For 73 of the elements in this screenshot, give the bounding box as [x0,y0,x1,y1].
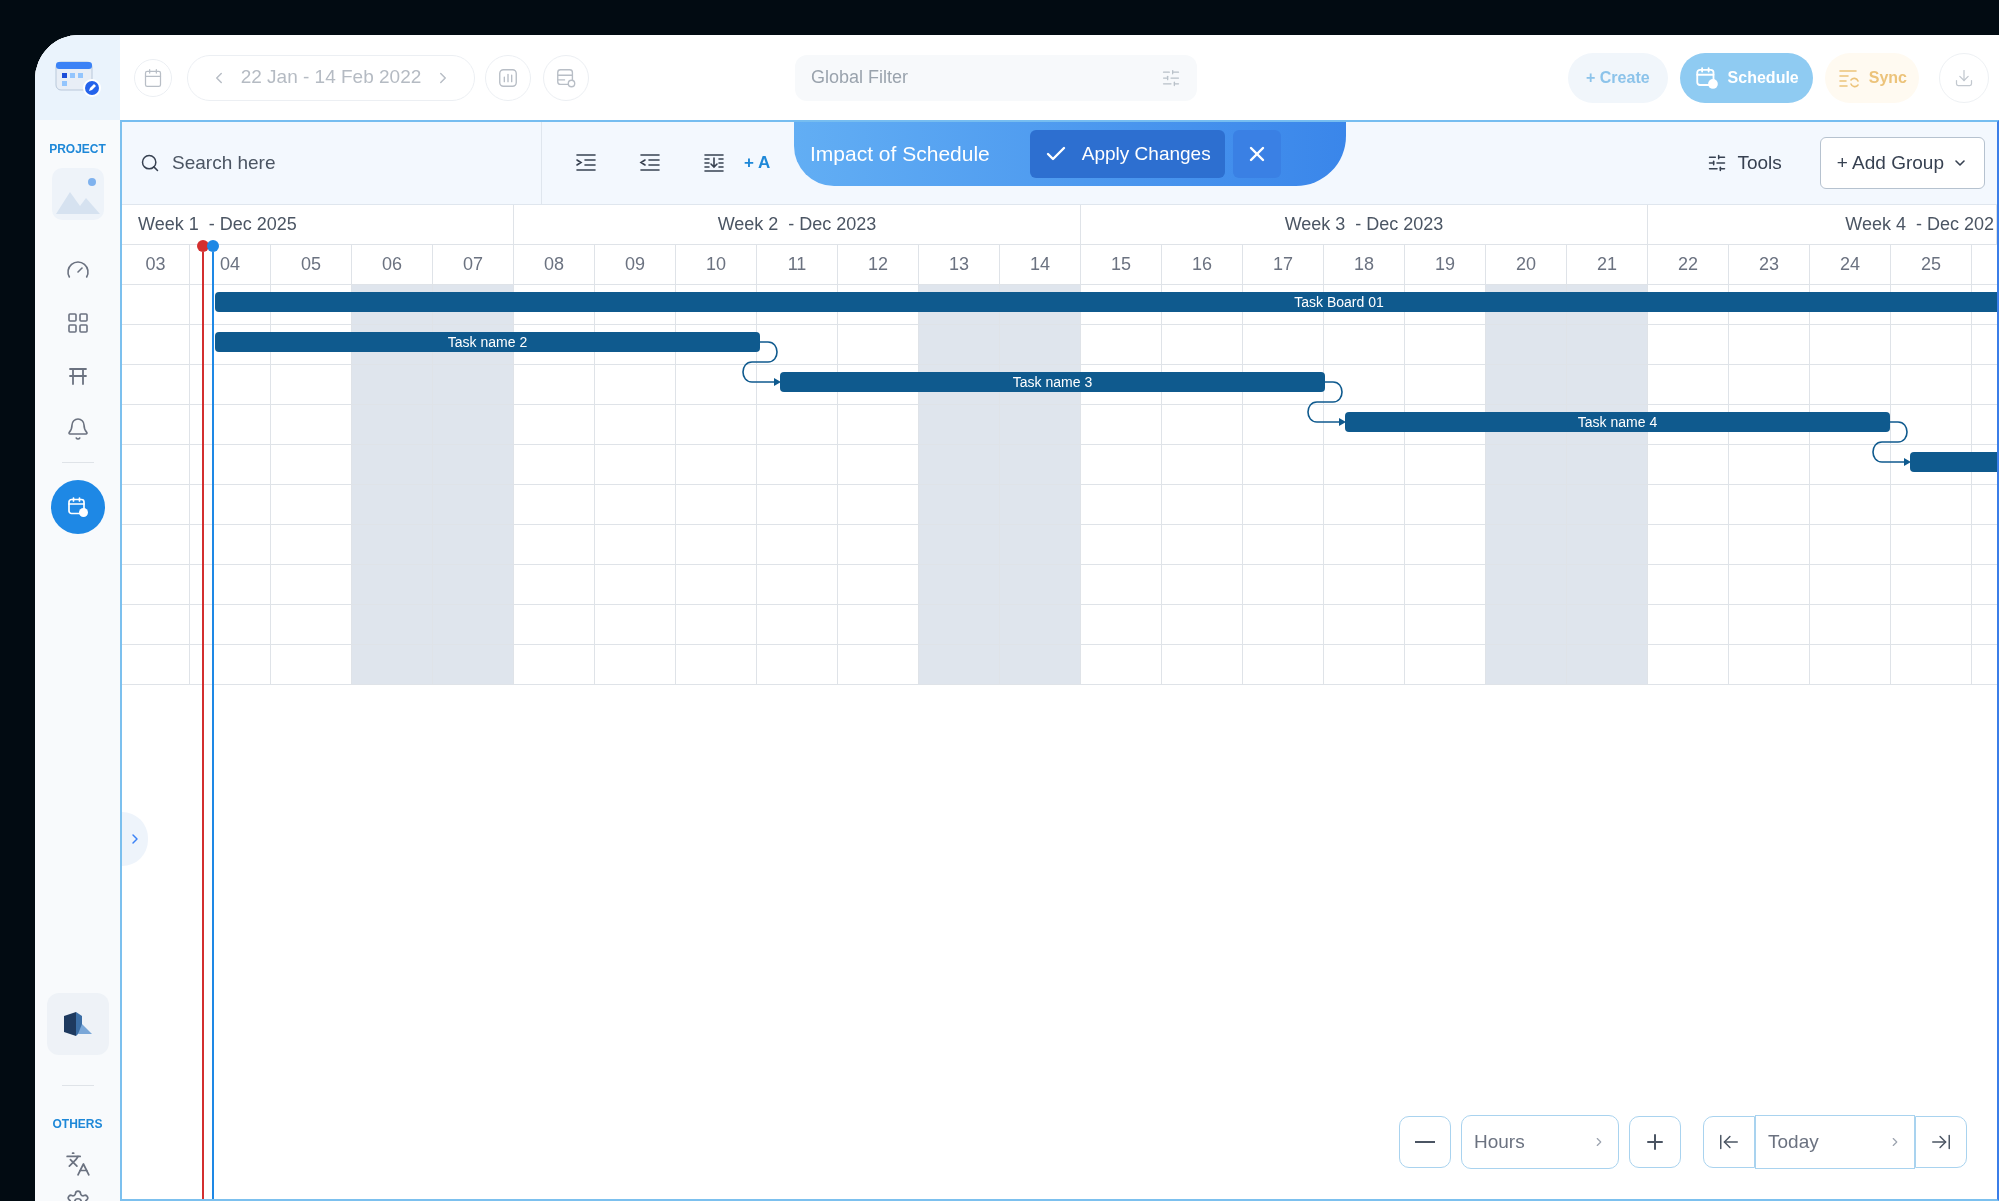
section-label: OTHERS [52,1116,103,1133]
search-box[interactable]: Search here [122,122,542,204]
sidebar-nav-button[interactable] [50,480,105,534]
banner-title: Impact of Schedule [810,141,990,168]
collapse-rows-icon[interactable] [702,151,726,175]
day-label: 05 [301,253,321,276]
tools-button[interactable]: Tools [1707,148,1782,178]
day-label: 17 [1273,253,1293,276]
bell-icon [65,417,90,441]
day-label: 07 [463,253,483,276]
workspace-button[interactable] [46,993,109,1055]
day-label: 16 [1192,253,1212,276]
select-value: Hours [1474,1129,1525,1154]
task-bar[interactable]: Task name 2 [215,332,760,352]
add-link[interactable]: + A [744,150,771,176]
calendar-play-icon [65,495,90,519]
day-label: 12 [868,253,888,276]
day-label: 23 [1759,253,1779,276]
calendar-icon [143,67,163,88]
day-label: 19 [1435,253,1455,276]
week-label: Week 3 - Dec 2023 [1284,213,1444,236]
day-label: 10 [706,253,726,276]
week-label: Week 1 - Dec 2025 [138,213,297,236]
group-bar[interactable]: Task Board 01 [215,292,1997,312]
day-label: 04 [220,253,240,276]
jump-end-button[interactable] [1915,1116,1967,1168]
table-gear-icon [555,66,577,89]
download-icon [1954,67,1974,88]
day-label: 08 [544,253,564,276]
week-label: Week 4 - Dec 202 [1845,213,1994,236]
calendar-play-icon [1693,64,1720,91]
bar-chart-icon [497,66,519,89]
day-label: 06 [382,253,402,276]
grid-icon [65,311,90,335]
jump-start-button[interactable] [1703,1116,1755,1168]
close-button[interactable] [1232,130,1281,178]
language-button[interactable] [64,1151,91,1177]
select-value: Today [1768,1129,1819,1154]
day-label: 25 [1921,253,1941,276]
day-label: 03 [145,253,166,276]
day-label: 14 [1030,253,1050,276]
bar-label: Task Board 01 [1294,292,1384,312]
day-label: 21 [1597,253,1617,276]
time-unit-select[interactable]: Hours [1461,1115,1619,1169]
day-label: 24 [1840,253,1860,276]
global-filter-field[interactable]: Global Filter [811,64,1161,91]
search-field[interactable]: Search here [172,148,523,178]
search-icon [140,153,160,173]
today-select[interactable]: Today [1755,1115,1915,1169]
week-label: Week 2 - Dec 2023 [717,213,877,236]
zoom-in-button[interactable] [1629,1116,1681,1168]
task-bar[interactable]: Task name 3 [780,372,1325,392]
bar-label: Task name 2 [447,332,528,352]
add-group-button[interactable]: + Add Group [1819,137,1985,189]
bar-label: Task name 4 [1577,412,1658,432]
apply-changes-button[interactable]: Apply Changes [1029,130,1225,178]
minus-icon [1415,1141,1435,1143]
day-label: 22 [1678,253,1698,276]
day-label: 18 [1354,253,1374,276]
translate-icon [64,1151,91,1177]
sliders-icon [1707,153,1728,173]
folded-shape-icon [61,1010,94,1038]
date-range-text: 22 Jan - 14 Feb 2022 [240,65,422,90]
day-label: 15 [1111,253,1131,276]
expand-handle[interactable] [122,812,148,866]
bar-label: Task name 3 [1012,372,1093,392]
day-label: 13 [949,253,969,276]
day-label: 11 [787,253,807,276]
day-label: 20 [1516,253,1536,276]
section-label: PROJECT [49,141,106,158]
day-label: 09 [625,253,645,276]
task-bar[interactable]: Task name 4 [1345,412,1890,432]
global-filter-box[interactable]: Global Filter [795,54,1197,101]
